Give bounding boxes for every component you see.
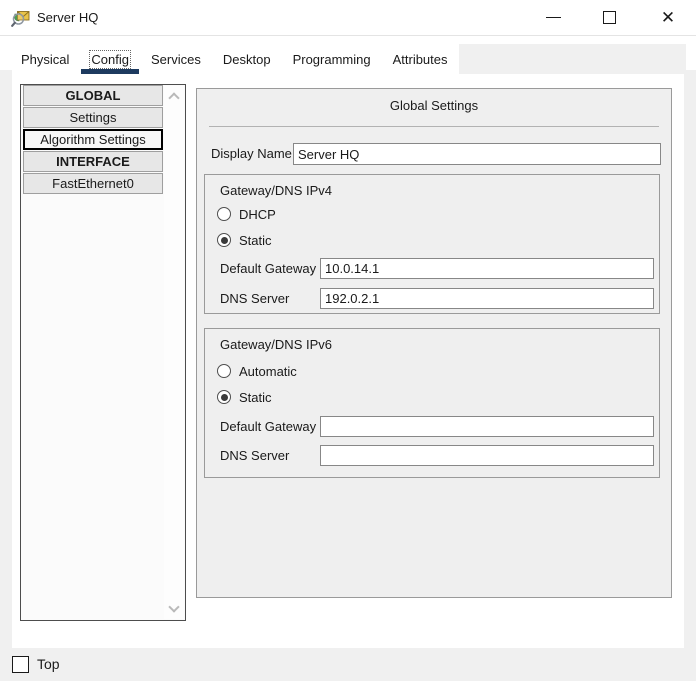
tab-bar: Physical Config Services Desktop Program…: [10, 44, 686, 74]
page-margin-left: [0, 70, 12, 648]
global-settings-panel: Global Settings Display Name Gateway/DNS…: [196, 88, 672, 598]
gateway-dns-ipv6-group: Gateway/DNS IPv6 Automatic Static Defaul…: [204, 328, 660, 478]
scroll-down-icon[interactable]: [168, 601, 179, 612]
ipv6-automatic-radio[interactable]: Automatic: [217, 363, 297, 379]
top-checkbox[interactable]: [12, 656, 29, 673]
sidebar-item-interface[interactable]: INTERFACE: [23, 151, 163, 172]
ipv4-dns-server-label: DNS Server: [220, 288, 289, 309]
radio-unchecked-icon: [217, 207, 231, 221]
ipv4-dhcp-radio[interactable]: DHCP: [217, 206, 276, 222]
minimize-icon: [546, 17, 561, 18]
packet-tracer-app-icon: [11, 7, 32, 28]
tab-services[interactable]: Services: [140, 44, 212, 74]
tab-physical[interactable]: Physical: [10, 44, 80, 74]
selected-tab-underline: [81, 69, 139, 74]
ipv6-dns-server-input[interactable]: [320, 445, 654, 466]
sidebar-item-settings[interactable]: Settings: [23, 107, 163, 128]
radio-checked-icon: [217, 233, 231, 247]
sidebar-item-fastethernet0[interactable]: FastEthernet0: [23, 173, 163, 194]
ipv4-static-label: Static: [239, 233, 272, 248]
tab-desktop[interactable]: Desktop: [212, 44, 282, 74]
ipv4-dns-server-input[interactable]: [320, 288, 654, 309]
sidebar-item-global[interactable]: GLOBAL: [23, 85, 163, 106]
radio-checked-icon: [217, 390, 231, 404]
sidebar-scrollbar[interactable]: [164, 86, 184, 619]
close-button[interactable]: ✕: [646, 0, 690, 34]
ipv4-dhcp-label: DHCP: [239, 207, 276, 222]
sidebar-item-algorithm-settings[interactable]: Algorithm Settings: [23, 129, 163, 150]
footer-bar: Top: [0, 648, 696, 681]
ipv6-group-title: Gateway/DNS IPv6: [220, 337, 332, 352]
scroll-up-icon[interactable]: [168, 92, 179, 103]
window-title: Server HQ: [37, 0, 98, 35]
radio-unchecked-icon: [217, 364, 231, 378]
ipv4-group-title: Gateway/DNS IPv4: [220, 183, 332, 198]
tab-attributes[interactable]: Attributes: [382, 44, 459, 74]
divider: [209, 126, 659, 127]
ipv6-static-radio[interactable]: Static: [217, 389, 272, 405]
gateway-dns-ipv4-group: Gateway/DNS IPv4 DHCP Static Default Gat…: [204, 174, 660, 314]
ipv6-automatic-label: Automatic: [239, 364, 297, 379]
page-margin-right: [684, 70, 696, 648]
ipv4-default-gateway-input[interactable]: [320, 258, 654, 279]
config-sidebar: GLOBAL Settings Algorithm Settings INTER…: [20, 84, 186, 621]
display-name-label: Display Name: [211, 143, 292, 165]
ipv4-default-gateway-label: Default Gateway: [220, 258, 316, 279]
panel-title: Global Settings: [197, 98, 671, 113]
minimize-button[interactable]: [531, 0, 575, 34]
tab-programming[interactable]: Programming: [282, 44, 382, 74]
close-icon: ✕: [661, 9, 675, 26]
top-checkbox-label: Top: [37, 648, 60, 681]
ipv6-default-gateway-label: Default Gateway: [220, 416, 316, 437]
display-name-input[interactable]: [293, 143, 661, 165]
maximize-button[interactable]: [587, 0, 631, 34]
maximize-icon: [603, 11, 616, 24]
ipv6-default-gateway-input[interactable]: [320, 416, 654, 437]
ipv6-static-label: Static: [239, 390, 272, 405]
ipv6-dns-server-label: DNS Server: [220, 445, 289, 466]
title-bar: Server HQ ✕: [0, 0, 696, 36]
ipv4-static-radio[interactable]: Static: [217, 232, 272, 248]
tab-config[interactable]: Config: [80, 44, 140, 74]
